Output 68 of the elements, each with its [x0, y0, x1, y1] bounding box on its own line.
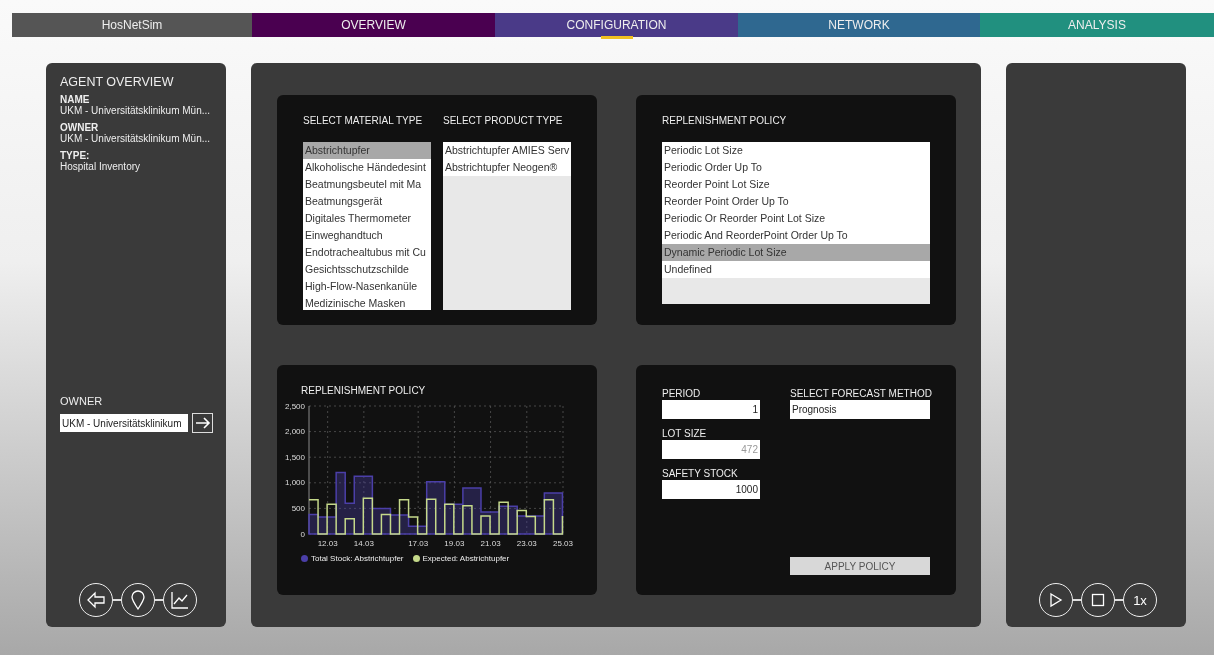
axis-label: 19.03 [444, 539, 465, 548]
list-item[interactable]: Endotrachealtubus mit Cu [303, 244, 431, 261]
chart-title: REPLENISHMENT POLICY [301, 385, 427, 396]
list-title: REPLENISHMENT POLICY [662, 115, 788, 126]
field-label: SELECT FORECAST METHOD [790, 388, 930, 399]
axis-label: 1,000 [284, 478, 305, 488]
list-item[interactable]: Periodic And ReorderPoint Order Up To [662, 227, 930, 244]
apply-button[interactable]: APPLY POLICY [790, 557, 930, 575]
list-item[interactable]: Undefined [662, 261, 930, 278]
list-item[interactable]: Reorder Point Order Up To [662, 193, 930, 210]
list-item[interactable]: Beatmungsbeutel mit Ma [303, 176, 431, 193]
list-item[interactable]: Einweghandtuch [303, 227, 431, 244]
axis-label: 0 [300, 529, 305, 539]
number-field[interactable]: 1 [662, 400, 760, 419]
list-item[interactable]: Gesichtsschutzschilde [303, 261, 431, 278]
list-item[interactable]: Abstrichtupfer Neogen® [443, 159, 571, 176]
list-item[interactable]: Abstrichtupfer [303, 142, 431, 159]
list-item[interactable]: Periodic Order Up To [662, 159, 930, 176]
field-label: LOT SIZE [662, 428, 708, 439]
axis-label: 500 [291, 503, 305, 513]
legend-label: Expected: Abstrichtupfer [422, 554, 510, 563]
list-item[interactable]: Digitales Thermometer [303, 210, 431, 227]
play-icon [1049, 592, 1063, 608]
list-item[interactable]: High-Flow-Nasenkanüle [303, 278, 431, 295]
list-item[interactable]: Medizinische Masken [303, 295, 431, 310]
axis-label: 21.03 [480, 539, 501, 548]
number-field[interactable]: 472 [662, 440, 760, 459]
field-value: UKM - Universitätsklinikum Mün... [60, 133, 212, 144]
axis-label: 14.03 [353, 539, 374, 548]
field-label: NAME [60, 94, 91, 105]
nav-tab[interactable]: OVERVIEW [252, 13, 495, 37]
pin-icon [130, 590, 146, 610]
axis-label: 25.03 [553, 539, 573, 548]
field-label: OWNER [60, 122, 100, 133]
nav-tab[interactable]: CONFIGURATION [495, 13, 738, 37]
forecast-field[interactable]: Prognosis [790, 400, 930, 419]
list-item[interactable]: Reorder Point Lot Size [662, 176, 930, 193]
app-title: HosNetSim [12, 13, 252, 37]
axis-label: 17.03 [408, 539, 429, 548]
panel-title: AGENT OVERVIEW [60, 75, 175, 89]
nav-tab[interactable]: NETWORK [738, 13, 980, 37]
number-field[interactable]: 1000 [662, 480, 760, 499]
field-label: TYPE: [60, 150, 91, 161]
field-label: SAFETY STOCK [662, 468, 739, 479]
axis-label: 23.03 [516, 539, 537, 548]
arrow-left-icon [86, 590, 106, 610]
field-value: Hospital Inventory [60, 161, 142, 172]
list-title: SELECT MATERIAL TYPE [303, 115, 424, 126]
arrow-right-icon [194, 416, 211, 430]
list-item[interactable]: Beatmungsgerät [303, 193, 431, 210]
legend-label: Total Stock: Abstrichtupfer [311, 554, 404, 563]
list-title: SELECT PRODUCT TYPE [443, 115, 564, 126]
field-label: PERIOD [662, 388, 702, 399]
field-value: UKM - Universitätsklinikum Mün... [60, 105, 212, 116]
list-item[interactable]: Dynamic Periodic Lot Size [662, 244, 930, 261]
list-item[interactable]: Abstrichtupfer AMIES Serv [443, 142, 571, 159]
list-item[interactable]: Periodic Or Reorder Point Lot Size [662, 210, 930, 227]
go-button[interactable] [192, 413, 213, 433]
axis-label: 12.03 [317, 539, 338, 548]
owner-field[interactable]: UKM - Universitätsklinikum [60, 414, 188, 432]
axis-label: 2,500 [284, 401, 305, 411]
line-chart-icon [170, 590, 190, 610]
list-item[interactable]: Periodic Lot Size [662, 142, 930, 159]
axis-label: 2,000 [284, 427, 305, 437]
stop-icon [1091, 593, 1105, 607]
axis-label: 1,500 [284, 452, 305, 462]
list-item[interactable]: Alkoholische Händedesint [303, 159, 431, 176]
field-label: OWNER [60, 395, 104, 407]
